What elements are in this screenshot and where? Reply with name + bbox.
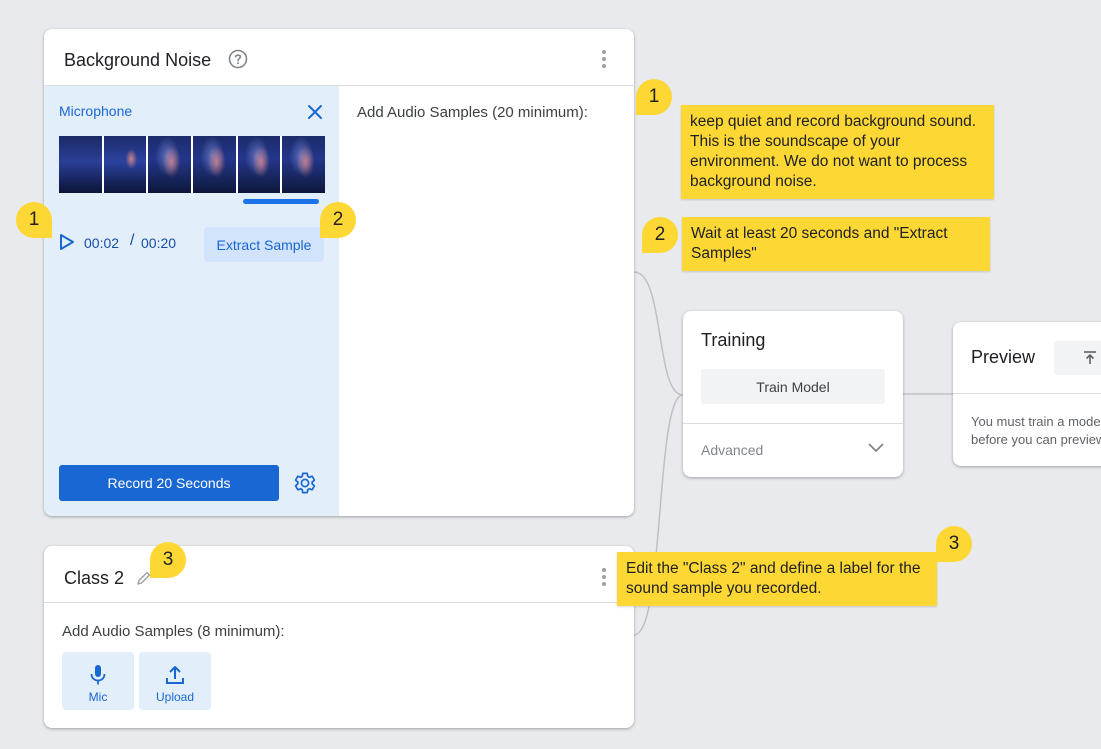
record-button[interactable]: Record 20 Seconds (59, 465, 279, 501)
divider (953, 393, 1101, 394)
samples-label: Add Audio Samples (20 minimum): (357, 104, 588, 121)
time-separator: / (130, 232, 135, 249)
divider (44, 602, 634, 603)
export-icon (1084, 351, 1096, 364)
more-vert-icon[interactable] (594, 567, 614, 587)
samples-label: Add Audio Samples (8 minimum): (62, 623, 285, 640)
playback-progress[interactable] (243, 199, 319, 204)
more-vert-icon[interactable] (594, 49, 614, 69)
microphone-panel: Microphone 00:02 / 00:20 Extract Sample … (44, 86, 339, 516)
callout-badge-2: 2 (320, 202, 356, 238)
callout-note-3: Edit the "Class 2" and define a label fo… (617, 552, 937, 606)
training-card: Training Train Model Advanced (683, 311, 903, 477)
spectrogram-frame (103, 136, 147, 193)
microphone-label: Microphone (59, 103, 133, 119)
preview-card: Preview You must train a model before yo… (953, 322, 1101, 466)
preview-message: You must train a model before you can pr… (971, 414, 1101, 447)
callout-badge-1: 1 (636, 79, 672, 115)
callout-badge-3: 3 (936, 526, 972, 562)
gear-icon[interactable] (293, 471, 317, 495)
play-icon[interactable] (59, 233, 75, 251)
current-time: 00:02 (84, 235, 120, 251)
help-circle-icon[interactable] (228, 49, 248, 69)
spectrogram-frame (193, 136, 236, 193)
card-title: Background Noise (64, 50, 212, 70)
chevron-down-icon (868, 443, 884, 453)
card-title: Preview (971, 347, 1036, 367)
spectrogram-frame (148, 136, 192, 193)
background-noise-card: Background Noise Microphone 00:02 / 00:2… (44, 29, 634, 516)
samples-area: Add Audio Samples (20 minimum): (339, 86, 634, 516)
mic-icon (90, 665, 106, 685)
spectrogram-strip (59, 136, 326, 193)
extract-sample-button[interactable]: Extract Sample (204, 227, 324, 262)
class-name[interactable]: Class 2 (64, 568, 124, 589)
close-icon[interactable] (306, 103, 324, 121)
mic-button-label: Mic (88, 690, 108, 704)
advanced-label: Advanced (701, 442, 764, 458)
export-model-button[interactable] (1054, 341, 1101, 375)
train-model-button[interactable]: Train Model (701, 369, 885, 404)
callout-note-1: keep quiet and record background sound. … (681, 105, 994, 199)
callout-badge-1: 1 (16, 202, 52, 238)
card-title: Training (701, 330, 766, 350)
advanced-toggle[interactable]: Advanced (683, 424, 903, 477)
class-2-card: Class 2 Add Audio Samples (8 minimum): M… (44, 546, 634, 728)
total-time: 00:20 (141, 235, 177, 251)
callout-badge-3: 3 (150, 542, 186, 578)
spectrogram-frame (59, 136, 102, 193)
spectrogram-frame (237, 136, 281, 193)
upload-button[interactable]: Upload (139, 652, 211, 710)
callout-badge-2: 2 (642, 217, 678, 253)
upload-icon (166, 666, 184, 684)
callout-note-2: Wait at least 20 seconds and "Extract Sa… (682, 217, 990, 271)
spectrogram-frame (282, 136, 326, 193)
upload-button-label: Upload (155, 690, 195, 704)
mic-button[interactable]: Mic (62, 652, 134, 710)
